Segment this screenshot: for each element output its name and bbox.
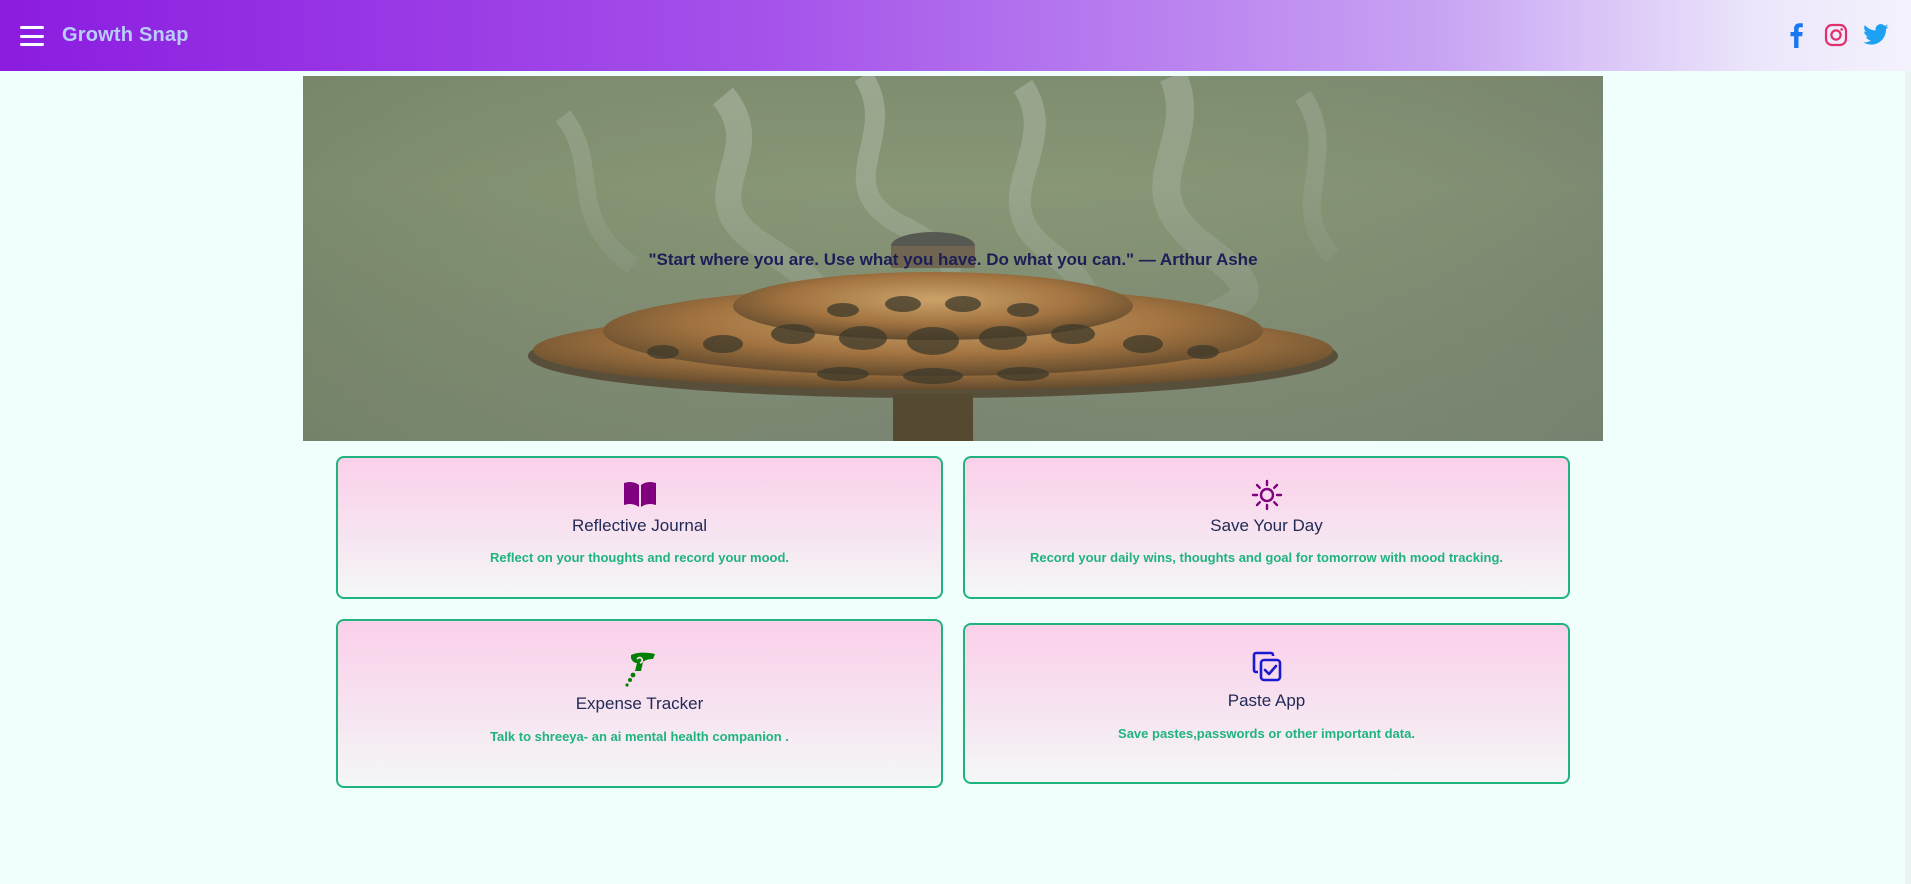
card-title: Paste App — [1227, 691, 1306, 710]
card-description: Talk to shreeya- an ai mental health com… — [490, 729, 789, 744]
hamburger-menu-icon[interactable] — [20, 26, 44, 46]
open-book-icon — [622, 480, 658, 513]
card-paste-app[interactable]: Paste App Save pastes,passwords or other… — [963, 623, 1570, 784]
card-description: Save pastes,passwords or other important… — [1118, 726, 1415, 741]
card-title: Save Your Day — [1210, 516, 1323, 535]
card-reflective-journal[interactable]: Reflective Journal Reflect on your thoug… — [336, 456, 943, 599]
hero-quote: "Start where you are. Use what you have.… — [648, 250, 1258, 269]
top-navbar: Growth Snap — [0, 0, 1911, 71]
social-links — [1783, 22, 1889, 48]
sun-icon — [1251, 479, 1283, 516]
hand-money-icon — [623, 651, 657, 692]
card-title: Expense Tracker — [575, 694, 704, 713]
scrollbar-track[interactable] — [1905, 71, 1911, 884]
card-description: Record your daily wins, thoughts and goa… — [1029, 550, 1504, 565]
copy-check-icon — [1251, 651, 1283, 688]
card-description: Reflect on your thoughts and record your… — [489, 550, 789, 565]
brand-title[interactable]: Growth Snap — [62, 24, 189, 47]
hero-banner: "Start where you are. Use what you have.… — [303, 76, 1603, 441]
facebook-icon[interactable] — [1783, 22, 1809, 48]
instagram-icon[interactable] — [1823, 22, 1849, 48]
twitter-icon[interactable] — [1863, 22, 1889, 48]
card-expense-tracker[interactable]: Expense Tracker Talk to shreeya- an ai m… — [336, 619, 943, 788]
card-title: Reflective Journal — [571, 516, 708, 535]
card-save-your-day[interactable]: Save Your Day Record your daily wins, th… — [963, 456, 1570, 599]
